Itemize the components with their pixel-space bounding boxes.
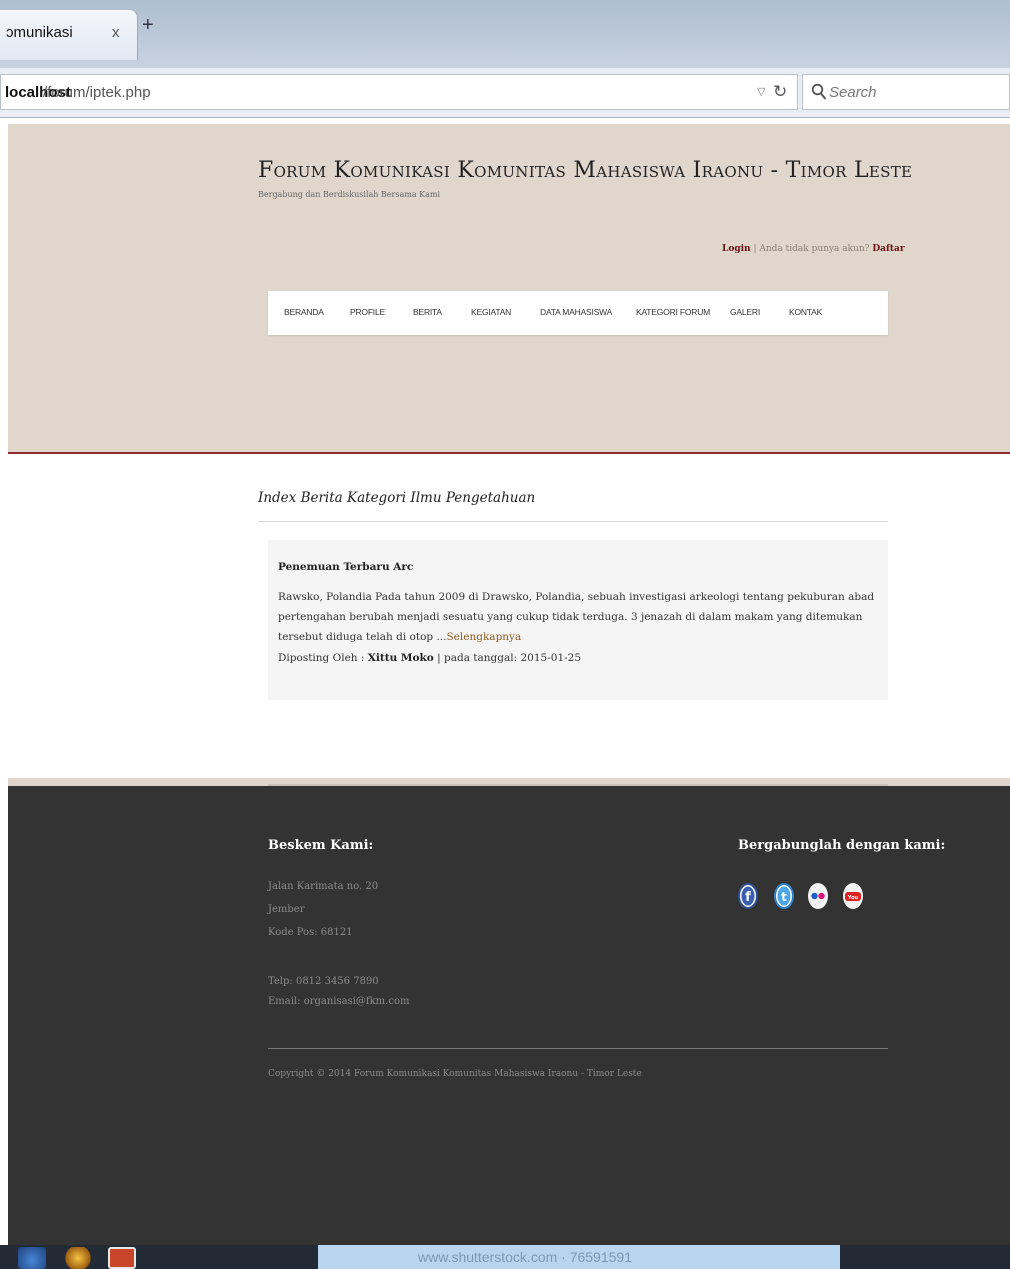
address-line1: Jalan Karimata no. 20 xyxy=(268,881,379,892)
join-heading: Bergabunglah dengan kami: xyxy=(738,838,946,853)
post-excerpt: Rawsko, Polandia Pada tahun 2009 di Draw… xyxy=(278,587,883,647)
tab-title: ɔmunikasi xyxy=(6,24,73,41)
menu-item-kegiatan[interactable]: KEGIATAN xyxy=(471,307,511,317)
index-title: Index Berita Kategori Ilmu Pengetahuan xyxy=(258,490,536,506)
menu-item-data-mahasiswa[interactable]: DATA MAHASISWA xyxy=(540,307,612,317)
watermark-text: www.shutterstock.com · 76591591 xyxy=(418,1249,632,1265)
search-input[interactable]: Search xyxy=(802,74,1010,110)
menu-item-galeri[interactable]: GALERI xyxy=(730,307,760,317)
facebook-icon[interactable]: f xyxy=(737,882,759,910)
post-body-text: Rawsko, Polandia Pada tahun 2009 di Draw… xyxy=(278,591,875,643)
basecamp-heading: Beskem Kami: xyxy=(268,838,374,853)
url-dropdown-icon[interactable]: ▽ xyxy=(757,85,765,98)
svg-text:You: You xyxy=(847,895,859,901)
site-title[interactable]: Forum Komunikasi Komunitas Mahasiswa Ira… xyxy=(258,158,912,183)
site-footer xyxy=(8,786,1010,1245)
browser-nav-bar: localhost /forum/iptek.php ▽ ↻ Search xyxy=(0,68,1010,118)
main-menu: BERANDA PROFILE BERITA KEGIATAN DATA MAH… xyxy=(268,291,888,335)
search-icon xyxy=(811,83,827,100)
menu-item-profile[interactable]: PROFILE xyxy=(350,307,385,317)
menu-item-kontak[interactable]: KONTAK xyxy=(789,307,822,317)
address-bar[interactable]: localhost /forum/iptek.php ▽ ↻ xyxy=(0,74,798,110)
tab-close-icon[interactable]: x xyxy=(112,24,120,41)
content-divider xyxy=(258,521,888,522)
post-meta: Diposting Oleh : Xittu Moko | pada tangg… xyxy=(278,652,581,664)
login-link[interactable]: Login xyxy=(722,244,751,254)
twitter-icon[interactable]: t xyxy=(773,882,795,910)
copyright-text: Copyright © 2014 Forum Komunikasi Komuni… xyxy=(268,1069,642,1079)
media-player-icon[interactable] xyxy=(64,1247,92,1269)
menu-item-kategori-forum[interactable]: KATEGORI FORUM xyxy=(636,307,710,317)
new-tab-button[interactable]: + xyxy=(142,14,154,37)
site-tagline: Bergabung dan Berdiskusilah Bersama Kami xyxy=(258,190,441,199)
phone-number: Telp: 0812 3456 7890 xyxy=(268,976,379,987)
url-path: /forum/iptek.php xyxy=(43,84,151,101)
browser-tab[interactable]: ɔmunikasi x xyxy=(0,10,138,60)
page-left-edge xyxy=(0,124,8,1245)
reload-icon[interactable]: ↻ xyxy=(773,82,787,102)
flickr-icon[interactable] xyxy=(807,882,829,910)
auth-separator: | Anda tidak punya akun? xyxy=(753,244,870,254)
menu-item-berita[interactable]: BERITA xyxy=(413,307,442,317)
browser-tab-bar: ɔmunikasi x + xyxy=(0,0,1010,68)
auth-links: Login | Anda tidak punya akun? Daftar xyxy=(722,244,905,254)
post-card: Penemuan Terbaru Arc Rawsko, Polandia Pa… xyxy=(268,540,888,700)
watermark-banner: www.shutterstock.com · 76591591 xyxy=(318,1245,840,1269)
svg-text:f: f xyxy=(745,890,751,905)
email-address: Email: organisasi@fkm.com xyxy=(268,996,410,1007)
postal-code: Kode Pos: 68121 xyxy=(268,927,353,938)
post-author: Xittu Moko xyxy=(367,652,434,664)
post-date: | pada tanggal: 2015-01-25 xyxy=(433,652,582,664)
search-placeholder: Search xyxy=(829,84,877,101)
start-button-icon[interactable] xyxy=(18,1247,46,1269)
powerpoint-icon[interactable] xyxy=(108,1247,136,1269)
footer-divider xyxy=(268,1048,888,1049)
menu-item-beranda[interactable]: BERANDA xyxy=(284,307,324,317)
register-link[interactable]: Daftar xyxy=(872,244,904,254)
read-more-link[interactable]: Selengkapnya xyxy=(446,631,521,643)
post-title[interactable]: Penemuan Terbaru Arc xyxy=(278,561,413,573)
svg-text:t: t xyxy=(781,890,787,904)
address-line2: Jember xyxy=(268,904,305,915)
youtube-icon[interactable]: You xyxy=(842,882,864,910)
post-meta-prefix: Diposting Oleh : xyxy=(278,652,368,664)
footer-top-line xyxy=(268,784,888,786)
